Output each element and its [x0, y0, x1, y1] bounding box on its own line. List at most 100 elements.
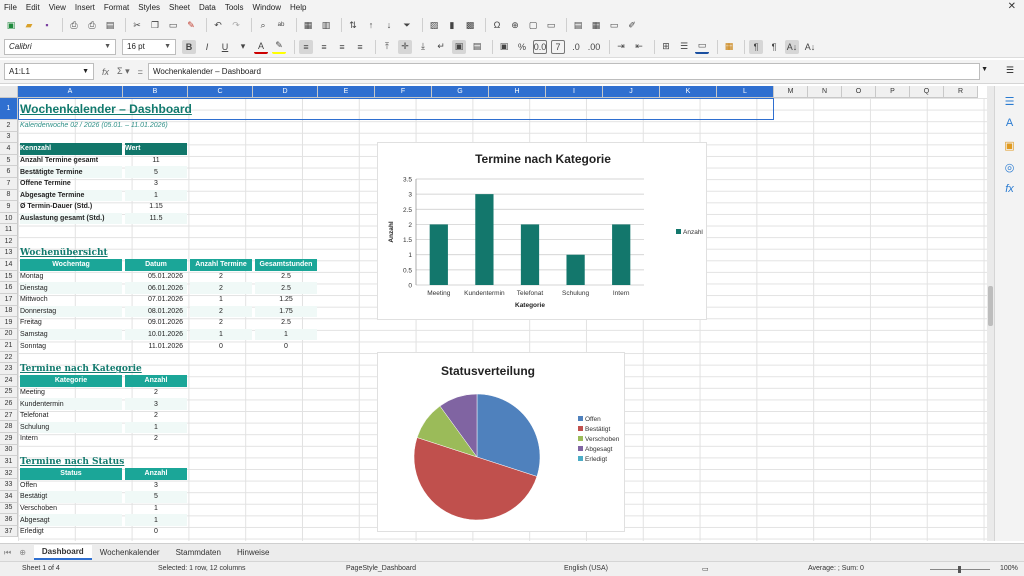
tab-dashboard[interactable]: Dashboard — [33, 545, 92, 560]
column-header-j[interactable]: J — [603, 86, 660, 98]
status-cell[interactable]: Verschoben — [20, 503, 122, 515]
count-cell[interactable]: 1 — [190, 294, 252, 306]
table-header[interactable]: Kennzahl — [20, 143, 122, 155]
row-header-30[interactable]: 30 — [0, 444, 18, 457]
chevron-down-icon[interactable]: ▼ — [82, 68, 89, 75]
selection-mode-icon[interactable]: ▭ — [702, 565, 709, 573]
table-header[interactable]: Status — [20, 468, 122, 480]
row-header-16[interactable]: 16 — [0, 282, 18, 294]
redo-icon[interactable]: ↷ — [229, 18, 243, 32]
column-header-e[interactable]: E — [318, 86, 375, 98]
menu-edit[interactable]: Edit — [26, 3, 40, 12]
kpi-label[interactable]: Bestätigte Termine — [20, 166, 122, 178]
date-cell[interactable]: 09.01.2026 — [125, 317, 187, 329]
kpi-label[interactable]: Ø Termin-Dauer (Std.) — [20, 201, 122, 213]
align-right-icon[interactable]: ≡ — [335, 40, 349, 54]
weekday-cell[interactable]: Donnerstag — [20, 305, 122, 318]
weekday-cell[interactable]: Montag — [20, 271, 122, 283]
menu-insert[interactable]: Insert — [75, 3, 95, 12]
table-header[interactable]: Datum — [125, 259, 187, 271]
row-header-33[interactable]: 33 — [0, 479, 18, 491]
print-icon[interactable]: ⎙ — [85, 18, 99, 32]
font-color-icon[interactable]: A — [254, 40, 268, 54]
table-header[interactable]: Kategorie — [20, 375, 122, 387]
kpi-value[interactable]: 11 — [125, 155, 187, 167]
count-cell[interactable]: 2 — [190, 282, 252, 294]
column-header-f[interactable]: F — [375, 86, 432, 98]
first-sheet-icon[interactable]: ⏮ — [4, 548, 11, 558]
weekday-cell[interactable]: Freitag — [20, 317, 122, 329]
split-window-icon[interactable]: ▭ — [607, 18, 621, 32]
kpi-label[interactable]: Abgesagte Termine — [20, 189, 122, 202]
count-cell[interactable]: 2 — [190, 271, 252, 283]
row-header-7[interactable]: 7 — [0, 177, 18, 190]
date-cell[interactable]: 08.01.2026 — [125, 305, 187, 318]
align-left-icon[interactable]: ≡ — [299, 39, 313, 54]
table-header[interactable]: Anzahl — [125, 375, 187, 387]
styles-icon[interactable]: A — [1003, 116, 1017, 130]
row-header-25[interactable]: 25 — [0, 386, 18, 399]
status-pie-chart[interactable]: Statusverteilung Offen Bestätigt Verschoben… — [377, 352, 625, 532]
copy-icon[interactable]: ❐ — [148, 18, 162, 32]
count-cell[interactable]: 0 — [190, 340, 252, 352]
kpi-value[interactable]: 11.5 — [125, 212, 187, 225]
weekday-cell[interactable]: Dienstag — [20, 282, 122, 294]
kpi-label[interactable]: Offene Termine — [20, 178, 122, 190]
row-header-26[interactable]: 26 — [0, 398, 18, 410]
section-title[interactable]: Termine nach Kategorie — [20, 364, 187, 376]
scrollbar-thumb[interactable] — [988, 286, 993, 326]
date-cell[interactable]: 06.01.2026 — [125, 282, 187, 294]
status-cell[interactable]: Abgesagt — [20, 514, 122, 526]
row-header-21[interactable]: 21 — [0, 340, 18, 352]
underline-icon[interactable]: U — [218, 40, 232, 54]
table-header[interactable]: Anzahl — [125, 468, 187, 480]
row-header-4[interactable]: 4 — [0, 143, 18, 155]
name-box[interactable]: A1:L1 ▼ — [4, 63, 94, 80]
headers-footers-icon[interactable]: ▭ — [544, 18, 558, 32]
row-header-36[interactable]: 36 — [0, 514, 18, 526]
row-header-22[interactable]: 22 — [0, 351, 18, 364]
column-header-a[interactable]: A — [18, 86, 123, 98]
tab-hinweise[interactable]: Hinweise — [229, 546, 277, 559]
count-cell[interactable]: 1 — [125, 421, 187, 434]
undo-icon[interactable]: ↶ — [211, 18, 225, 32]
align-bottom-icon[interactable]: ⤓ — [416, 40, 430, 54]
sort-descending-icon[interactable]: ↓ — [382, 18, 396, 32]
category-cell[interactable]: Kundentermin — [20, 398, 122, 410]
close-document-icon[interactable]: ✕ — [1008, 1, 1016, 12]
status-zoom[interactable]: 100% — [1000, 565, 1018, 572]
table-header[interactable]: Wochentag — [20, 259, 122, 271]
tab-stammdaten[interactable]: Stammdaten — [168, 546, 229, 559]
new-document-icon[interactable]: ▣ — [4, 18, 18, 32]
kpi-value[interactable]: 5 — [125, 166, 187, 178]
print-preview-icon[interactable]: ▤ — [103, 18, 117, 32]
row-header-24[interactable]: 24 — [0, 375, 18, 387]
hours-cell[interactable]: 1 — [255, 328, 317, 341]
expand-formula-icon[interactable]: ▼ — [981, 66, 988, 73]
currency-format-icon[interactable]: ▣ — [497, 40, 511, 54]
freeze-rows-columns-icon[interactable]: ▦ — [589, 18, 603, 32]
column-header-q[interactable]: Q — [910, 86, 944, 98]
count-cell[interactable]: 3 — [125, 398, 187, 410]
row-header-13[interactable]: 13 — [0, 247, 18, 260]
count-cell[interactable]: 2 — [190, 305, 252, 318]
row-header-8[interactable]: 8 — [0, 189, 18, 202]
count-cell[interactable]: 2 — [125, 410, 187, 422]
row-icon[interactable]: ▦ — [301, 18, 315, 32]
kpi-label[interactable]: Auslastung gesamt (Std.) — [20, 212, 122, 225]
cut-icon[interactable]: ✂ — [130, 18, 144, 32]
status-summary[interactable]: Average: ; Sum: 0 — [808, 565, 864, 572]
column-header-c[interactable]: C — [188, 86, 253, 98]
align-center-icon[interactable]: ≡ — [317, 40, 331, 54]
left-to-right-icon[interactable]: ¶ — [749, 39, 763, 54]
font-name-combo[interactable]: Calibri ▼ — [4, 38, 116, 55]
column-header-h[interactable]: H — [489, 86, 546, 98]
row-header-6[interactable]: 6 — [0, 166, 18, 178]
menu-window[interactable]: Window — [253, 3, 281, 12]
insert-image-icon[interactable]: ▨ — [427, 18, 441, 32]
menu-styles[interactable]: Styles — [138, 3, 160, 12]
menu-format[interactable]: Format — [104, 3, 129, 12]
spreadsheet-grid[interactable]: ABCDEFGHIJKLMNOPQR 1 2 3 4 5 6 7 8 9 10 11 12 13 14 15… — [0, 86, 987, 541]
row-header-32[interactable]: 32 — [0, 467, 18, 480]
count-cell[interactable]: 2 — [125, 387, 187, 399]
